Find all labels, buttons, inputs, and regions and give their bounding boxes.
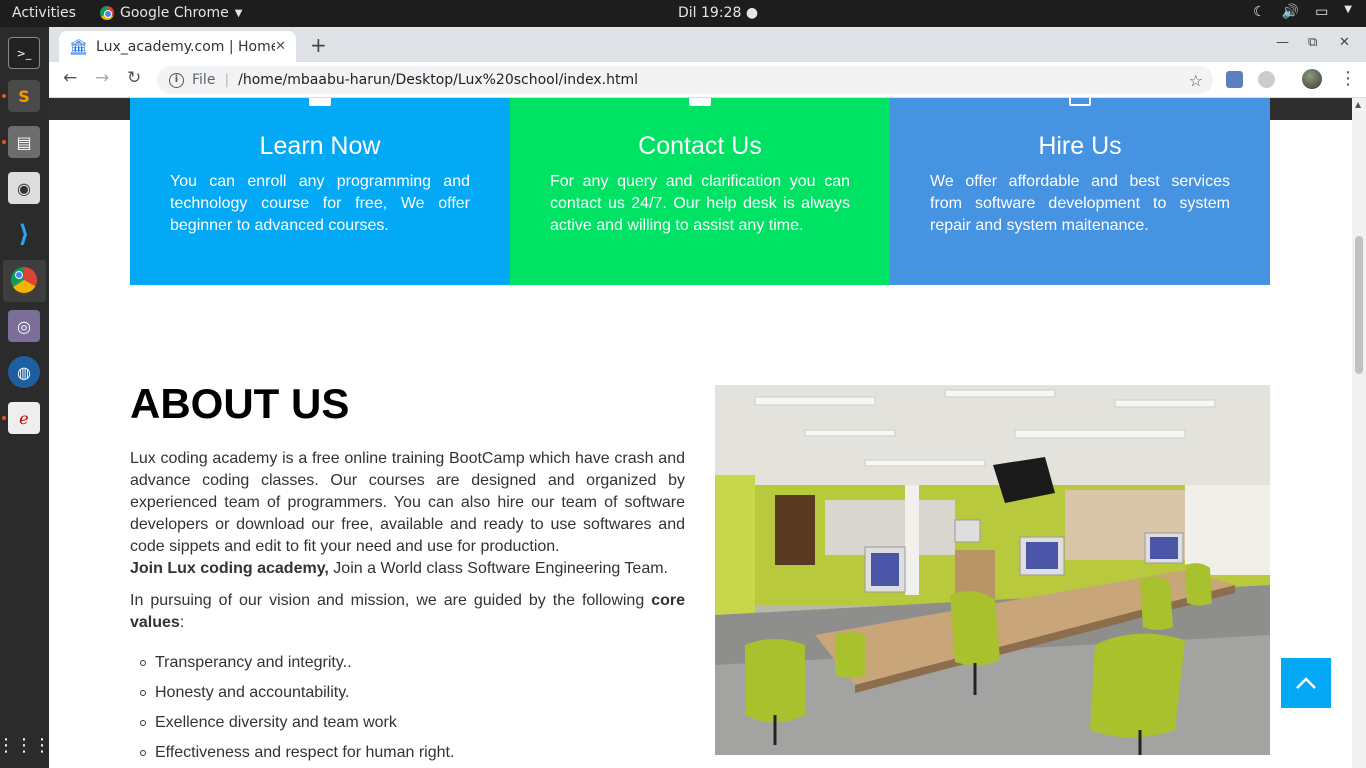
laptop-icon <box>309 98 331 106</box>
office-photo <box>715 385 1270 755</box>
about-heading: ABOUT US <box>130 380 350 427</box>
volume-icon: 🔊 <box>1281 4 1300 20</box>
menu-kebab-icon[interactable]: ⋮ <box>1339 68 1357 89</box>
about-intro: Lux coding academy is a free online trai… <box>130 448 685 580</box>
maximize-button[interactable]: ⧉ <box>1308 35 1317 50</box>
running-indicator <box>2 416 6 420</box>
values-intro-text: In pursuing of our vision and mission, w… <box>130 592 652 609</box>
running-indicator <box>2 94 6 98</box>
dock: >_ S ▤ ◉ ⟩ ◎ ◍ ℯ ⋮⋮⋮ <box>0 27 51 768</box>
chrome-icon <box>11 267 37 293</box>
extension-icon[interactable] <box>1226 71 1243 88</box>
values-intro-colon: : <box>179 614 185 631</box>
tab-strip: 🏛 Lux_academy.com | Home ✕ + — ⧉ ✕ <box>49 27 1366 62</box>
list-item-label: Effectiveness and respect for human righ… <box>155 744 455 761</box>
running-indicator <box>2 140 6 144</box>
url-separator: | <box>224 72 230 88</box>
about-section: ABOUT US Lux coding academy is a free on… <box>130 378 685 768</box>
bullet-icon <box>140 660 146 666</box>
feature-text: We offer affordable and best services fr… <box>930 173 1230 234</box>
close-tab-icon[interactable]: ✕ <box>275 39 286 54</box>
app-menu[interactable]: Google Chrome ▼ <box>100 5 242 21</box>
feature-text: You can enroll any programming and techn… <box>170 173 470 234</box>
about-join-rest: Join a World class Software Engineering … <box>328 560 668 577</box>
file-manager-icon[interactable]: ▤ <box>8 126 40 158</box>
feature-contact-us[interactable]: Contact Us For any query and clarificati… <box>510 98 890 285</box>
feature-hire-us[interactable]: Hire Us We offer affordable and best ser… <box>890 98 1270 285</box>
tab-title: Lux_academy.com | Home <box>96 38 276 55</box>
about-values-intro: In pursuing of our vision and mission, w… <box>130 590 685 634</box>
bullet-icon <box>140 690 146 696</box>
reload-button[interactable]: ↻ <box>127 68 141 88</box>
chevron-up-icon <box>1296 677 1316 689</box>
core-values-list: Transperancy and integrity.. Honesty and… <box>130 648 685 768</box>
about-join-bold: Join Lux coding academy, <box>130 560 329 577</box>
chevron-down-icon: ▼ <box>234 7 243 19</box>
list-item: Honesty and accountability. <box>140 678 685 708</box>
scroll-up-arrow-icon[interactable]: ▲ <box>1355 100 1361 109</box>
address-bar[interactable]: i File | /home/mbaabu-harun/Desktop/Lux%… <box>157 66 1213 94</box>
url-text[interactable]: /home/mbaabu-harun/Desktop/Lux%20school/… <box>238 72 1189 88</box>
bank-favicon-icon: 🏛 <box>69 37 89 56</box>
chrome-icon <box>100 6 114 20</box>
list-item-label: Honesty and accountability. <box>155 684 350 701</box>
chrome-dock-icon[interactable] <box>8 264 40 296</box>
feature-learn-now[interactable]: Learn Now You can enroll any programming… <box>130 98 510 285</box>
extension-opera-icon[interactable] <box>1258 71 1275 88</box>
activities-button[interactable]: Activities <box>12 5 76 21</box>
new-tab-button[interactable]: + <box>310 33 327 57</box>
sublime-text-icon[interactable]: S <box>8 80 40 112</box>
close-window-button[interactable]: ✕ <box>1339 35 1350 50</box>
list-item-label: Transperancy and integrity.. <box>155 654 352 671</box>
url-scheme: File <box>192 72 216 88</box>
feature-title: Hire Us <box>1038 132 1122 160</box>
camera-icon[interactable]: ◉ <box>8 172 40 204</box>
scroll-to-top-button[interactable] <box>1281 658 1331 708</box>
page-scrollbar[interactable]: ▲ <box>1352 98 1366 768</box>
disk-utility-icon[interactable]: ◍ <box>8 356 40 388</box>
bookmark-star-icon[interactable]: ☆ <box>1189 71 1203 90</box>
bullet-icon <box>140 720 146 726</box>
minimize-button[interactable]: — <box>1276 35 1289 50</box>
system-top-bar: Activities Google Chrome ▼ Dil 19:28 ● ☾… <box>0 0 1366 27</box>
scrollbar-thumb[interactable] <box>1355 236 1363 374</box>
terminal-icon[interactable]: >_ <box>8 37 40 69</box>
app-menu-label: Google Chrome <box>120 5 229 21</box>
notification-dot-icon: ● <box>745 5 759 21</box>
chevron-down-icon: ▼ <box>1344 4 1352 15</box>
webcam-app-icon[interactable]: ◎ <box>8 310 40 342</box>
profile-avatar[interactable] <box>1302 69 1322 89</box>
feature-title: Contact Us <box>638 132 762 160</box>
system-tray[interactable]: ☾ 🔊 ▭ ▼ <box>1253 4 1352 20</box>
list-item: Exellence diversity and team work <box>140 708 685 738</box>
info-icon[interactable]: i <box>169 72 184 88</box>
feature-title: Learn Now <box>259 132 381 160</box>
grid-icon <box>1069 98 1091 106</box>
back-button[interactable]: ← <box>63 68 77 88</box>
list-item: Transperancy and integrity.. <box>140 648 685 678</box>
phone-icon <box>689 98 711 106</box>
page-viewport: Learn Now You can enroll any programming… <box>49 98 1352 768</box>
office-photo-illustration <box>715 385 1270 755</box>
document-viewer-icon[interactable]: ℯ <box>8 402 40 434</box>
about-intro-text: Lux coding academy is a free online trai… <box>130 450 685 555</box>
show-apps-grid-icon[interactable]: ⋮⋮⋮ <box>0 729 51 761</box>
feature-text: For any query and clarification you can … <box>550 173 850 234</box>
list-item-label: Exellence diversity and team work <box>155 714 397 731</box>
bullet-icon <box>140 750 146 756</box>
list-item: Effectiveness and respect for human righ… <box>140 738 685 768</box>
battery-icon: ▭ <box>1315 4 1329 20</box>
browser-toolbar: ← → ↻ i File | /home/mbaabu-harun/Deskto… <box>49 62 1366 98</box>
clock-label: Dil 19:28 <box>678 5 742 21</box>
forward-button[interactable]: → <box>95 68 109 88</box>
night-light-icon: ☾ <box>1253 4 1266 20</box>
clock[interactable]: Dil 19:28 ● <box>678 5 758 21</box>
tab-active[interactable]: 🏛 Lux_academy.com | Home ✕ <box>59 31 296 62</box>
vscode-icon[interactable]: ⟩ <box>8 218 40 250</box>
